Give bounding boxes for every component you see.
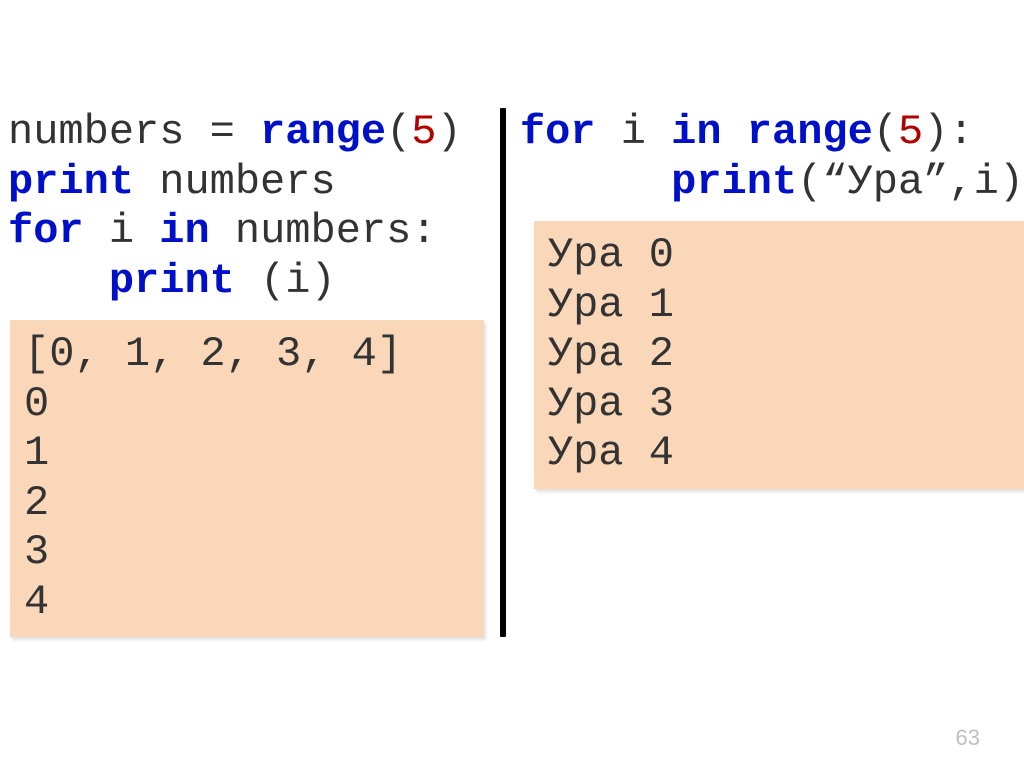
code-text: i <box>84 207 160 255</box>
right-code-block: for i in range(5): print(“Ура”,i) <box>520 108 1024 221</box>
code-keyword: for <box>520 108 596 156</box>
code-text: i <box>596 108 672 156</box>
page-number: 63 <box>956 725 980 751</box>
left-output-block: [0, 1, 2, 3, 4] 0 1 2 3 4 <box>10 320 484 637</box>
code-text: ( <box>873 108 898 156</box>
code-text: ): <box>923 108 973 156</box>
code-keyword: print <box>671 158 797 206</box>
code-number: 5 <box>411 108 436 156</box>
code-keyword: range <box>747 108 873 156</box>
right-output-block: Ура 0 Ура 1 Ура 2 Ура 3 Ура 4 <box>534 221 1024 489</box>
code-number: 5 <box>898 108 923 156</box>
code-keyword: in <box>671 108 721 156</box>
code-text <box>8 257 109 305</box>
left-column: numbers = range(5) print numbers for i i… <box>0 108 494 637</box>
columns: numbers = range(5) print numbers for i i… <box>0 0 1024 637</box>
code-text <box>722 108 747 156</box>
column-divider <box>500 108 506 637</box>
left-code-block: numbers = range(5) print numbers for i i… <box>8 108 494 320</box>
code-text: numbers = <box>8 108 260 156</box>
code-keyword: print <box>8 158 134 206</box>
code-text: ( <box>386 108 411 156</box>
code-keyword: in <box>159 207 209 255</box>
code-keyword: for <box>8 207 84 255</box>
code-text: ) <box>437 108 462 156</box>
slide: numbers = range(5) print numbers for i i… <box>0 0 1024 767</box>
code-text: numbers: <box>210 207 437 255</box>
right-column: for i in range(5): print(“Ура”,i) Ура 0 … <box>512 108 1024 489</box>
code-text: numbers <box>134 158 336 206</box>
code-text <box>520 158 671 206</box>
code-text: (i) <box>235 257 336 305</box>
code-text: (“Ура”,i) <box>797 158 1024 206</box>
code-keyword: print <box>109 257 235 305</box>
code-keyword: range <box>260 108 386 156</box>
